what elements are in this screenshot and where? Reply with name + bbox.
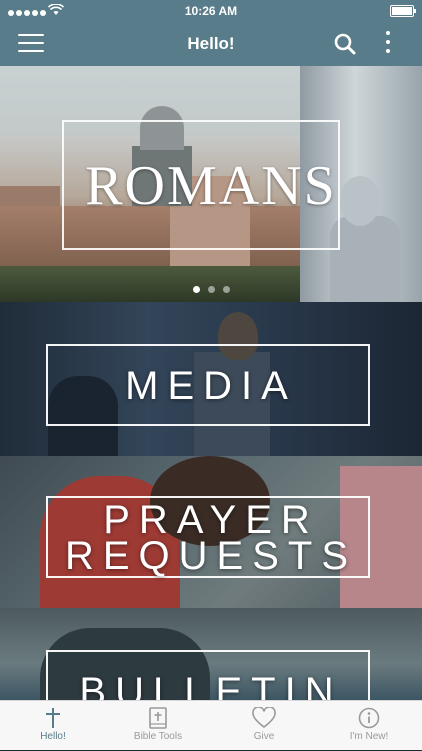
cross-icon [0, 701, 106, 729]
battery-icon [390, 5, 416, 17]
bulletin-label: BULLETIN [79, 670, 343, 700]
media-label: MEDIA [125, 364, 297, 408]
bulletin-section-button[interactable]: BULLETIN [0, 608, 422, 700]
tab-label: Bible Tools [133, 731, 183, 742]
status-time: 10:26 AM [184, 4, 238, 18]
prayer-requests-label: PRAYER REQUESTS [0, 498, 422, 578]
tab-im-new[interactable]: I'm New! [316, 701, 422, 751]
bible-icon [105, 701, 211, 729]
carousel-dot[interactable] [222, 286, 230, 293]
tab-bar: Hello! Bible Tools Give I'm New! [0, 700, 422, 750]
more-options-icon[interactable] [383, 31, 393, 57]
tab-label: Hello! [40, 731, 66, 742]
carousel-dot[interactable] [207, 286, 215, 293]
search-icon[interactable] [333, 32, 357, 56]
prayer-label-line2: REQUESTS [64, 534, 358, 578]
tab-give[interactable]: Give [211, 701, 317, 751]
prayer-requests-section-button[interactable]: PRAYER REQUESTS [0, 456, 422, 608]
tab-hello[interactable]: Hello! [0, 701, 106, 751]
carousel-dot[interactable] [192, 286, 200, 293]
media-section-button[interactable]: MEDIA [0, 302, 422, 456]
navigation-bar: Hello! [0, 22, 422, 66]
page-title: Hello! [187, 34, 235, 53]
tab-label: Give [253, 731, 275, 742]
tab-label: I'm New! [349, 731, 389, 742]
carousel-page-indicator[interactable] [0, 280, 422, 298]
prayer-label-line1: PRAYER [103, 498, 319, 542]
hero-title: ROMANS [85, 155, 337, 217]
hero-carousel[interactable]: ROMANS [0, 66, 422, 302]
status-bar: 10:26 AM [0, 0, 422, 22]
info-icon [316, 701, 422, 729]
heart-icon [211, 701, 317, 729]
tab-bible-tools[interactable]: Bible Tools [105, 701, 211, 751]
